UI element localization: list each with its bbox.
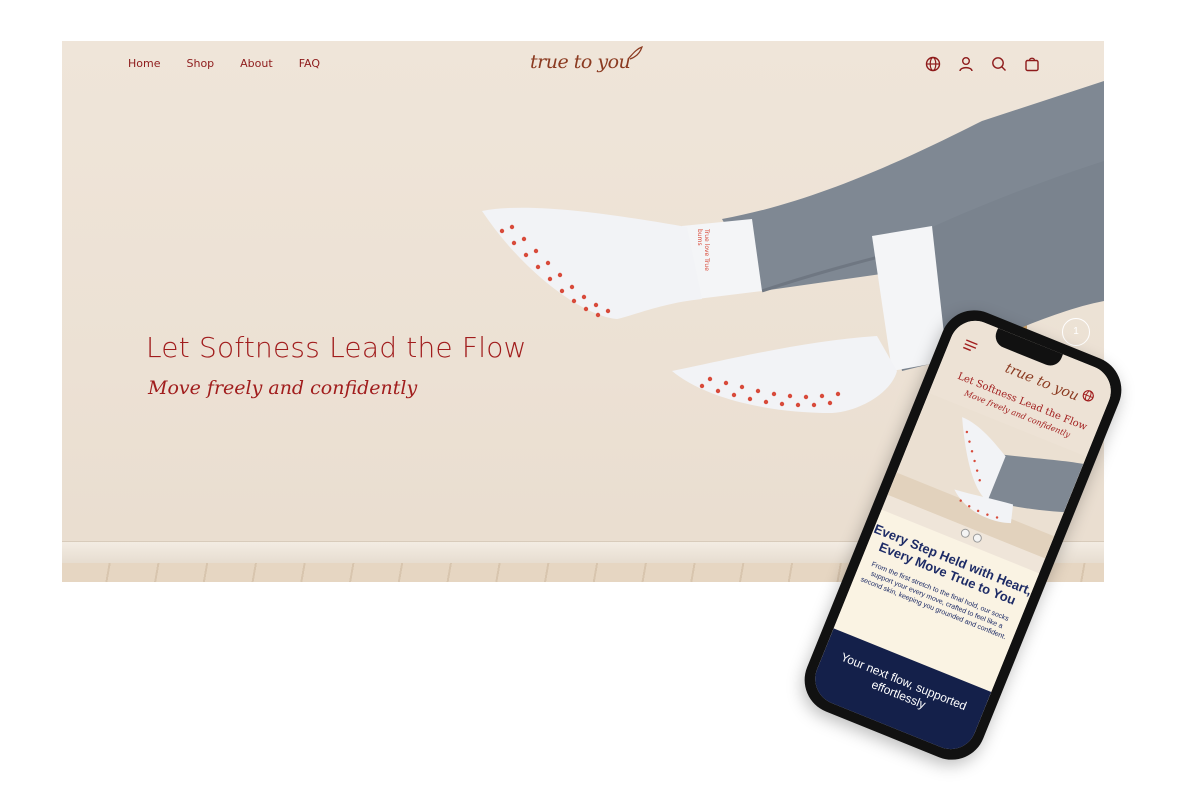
- search-icon[interactable]: [990, 55, 1008, 73]
- sock-print: True love True bums: [696, 229, 710, 271]
- nav-about-link[interactable]: About: [240, 57, 273, 70]
- leaf-icon: [627, 46, 644, 60]
- hero-subtitle: Move freely and confidently: [148, 377, 418, 399]
- globe-icon[interactable]: [924, 55, 942, 73]
- carousel-dot-2[interactable]: [971, 532, 984, 544]
- nav-shop-link[interactable]: Shop: [186, 57, 214, 70]
- logo-text: true to you: [530, 51, 631, 73]
- account-icon[interactable]: [957, 55, 975, 73]
- main-nav: Home Shop About FAQ: [128, 57, 346, 70]
- carousel-dot-1[interactable]: [959, 527, 972, 540]
- bag-icon[interactable]: [1023, 55, 1041, 73]
- header-icons: [924, 55, 1041, 73]
- nav-faq-link[interactable]: FAQ: [299, 57, 320, 70]
- nav-home-link[interactable]: Home: [128, 57, 160, 70]
- brand-logo[interactable]: true to you: [530, 46, 644, 73]
- hero-title: Let Softness Lead the Flow: [146, 331, 527, 364]
- slide-badge[interactable]: 1: [1062, 318, 1090, 346]
